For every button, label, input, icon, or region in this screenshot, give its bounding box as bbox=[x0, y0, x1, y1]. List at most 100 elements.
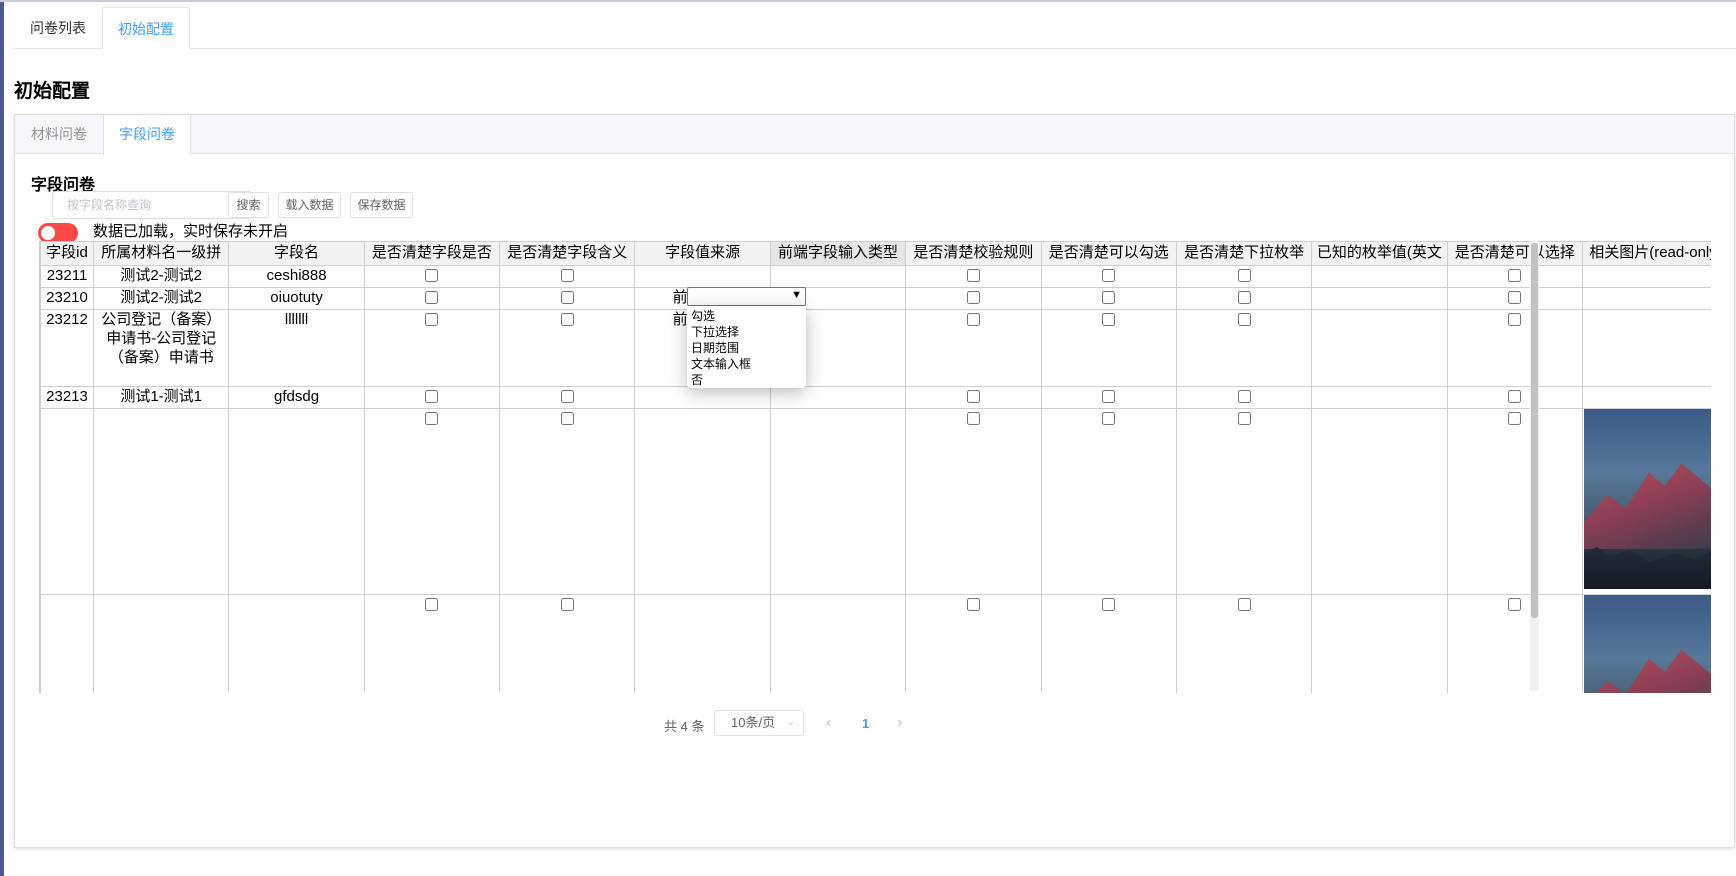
checkbox[interactable] bbox=[1508, 313, 1522, 326]
cell-input-type[interactable] bbox=[769, 408, 907, 595]
checkbox[interactable] bbox=[425, 313, 439, 326]
checkbox[interactable] bbox=[966, 412, 980, 425]
checkbox[interactable] bbox=[560, 291, 574, 304]
checkbox[interactable] bbox=[1508, 598, 1522, 611]
input-type-dropdown: 勾选 下拉选择 日期范围 文本输入框 否 bbox=[687, 306, 806, 388]
checkbox[interactable] bbox=[1508, 390, 1522, 403]
option-text-input[interactable]: 文本输入框 bbox=[687, 356, 806, 372]
checkbox[interactable] bbox=[1237, 269, 1251, 282]
tab-material-questionnaire[interactable]: 材料问卷 bbox=[15, 115, 103, 154]
col-header-clear-validation[interactable]: 是否清楚校验规则 bbox=[905, 241, 1042, 266]
cell-input-type[interactable] bbox=[769, 265, 907, 288]
checkbox[interactable] bbox=[1102, 313, 1116, 326]
scrollbar-thumb[interactable] bbox=[1531, 243, 1538, 618]
next-page-icon[interactable]: › bbox=[897, 714, 902, 732]
col-header-value-source[interactable]: 字段值来源 bbox=[634, 241, 771, 266]
checkbox[interactable] bbox=[1102, 598, 1116, 611]
cell-check bbox=[499, 386, 636, 409]
col-header-related-image[interactable]: 相关图片(read-only bbox=[1581, 241, 1711, 266]
cell-known-enum[interactable] bbox=[1311, 408, 1448, 595]
tab-initial-config[interactable]: 初始配置 bbox=[102, 7, 190, 50]
realtime-save-toggle[interactable] bbox=[38, 223, 78, 243]
search-input[interactable] bbox=[52, 191, 252, 219]
cell-id: 23213 bbox=[40, 386, 95, 409]
tab-field-questionnaire[interactable]: 字段问卷 bbox=[103, 115, 191, 155]
cell-check bbox=[1446, 287, 1583, 310]
table-row: 23211 测试2-测试2 ceshi888 bbox=[40, 265, 1711, 288]
field-table: 字段id 所属材料名一级拼 字段名 是否清楚字段是否 是否清楚字段含义 字段值来… bbox=[40, 241, 1711, 693]
checkbox[interactable] bbox=[560, 269, 574, 282]
prev-page-icon[interactable]: ‹ bbox=[826, 714, 831, 732]
checkbox[interactable] bbox=[560, 390, 574, 403]
col-header-known-enum[interactable]: 已知的枚举值(英文 bbox=[1311, 241, 1448, 266]
page-size-select[interactable]: 10条/页 ⌄ bbox=[714, 710, 804, 736]
col-header-clear-whether[interactable]: 是否清楚字段是否 bbox=[363, 241, 501, 266]
cell-input-type[interactable] bbox=[769, 386, 907, 409]
checkbox[interactable] bbox=[966, 390, 980, 403]
input-type-select[interactable]: ▼ bbox=[687, 287, 806, 306]
checkbox[interactable] bbox=[1237, 291, 1251, 304]
col-header-clear-selectable[interactable]: 是否清楚可以选择 bbox=[1446, 241, 1583, 266]
cell-check bbox=[499, 265, 636, 288]
table-row bbox=[40, 594, 1711, 693]
checkbox[interactable] bbox=[425, 598, 439, 611]
checkbox[interactable] bbox=[1237, 390, 1251, 403]
option-dropdown-select[interactable]: 下拉选择 bbox=[687, 324, 806, 340]
checkbox[interactable] bbox=[1102, 390, 1116, 403]
table-row bbox=[40, 408, 1711, 595]
cell-check bbox=[905, 265, 1042, 288]
page-number-1[interactable]: 1 bbox=[862, 716, 869, 731]
checkbox[interactable] bbox=[966, 313, 980, 326]
checkbox[interactable] bbox=[966, 269, 980, 282]
cell-known-enum[interactable] bbox=[1311, 265, 1448, 288]
checkbox[interactable] bbox=[425, 412, 439, 425]
table-scrollbar[interactable] bbox=[1530, 241, 1539, 691]
checkbox[interactable] bbox=[966, 598, 980, 611]
checkbox[interactable] bbox=[1508, 412, 1522, 425]
col-header-clear-checkable[interactable]: 是否清楚可以勾选 bbox=[1040, 241, 1177, 266]
checkbox[interactable] bbox=[1508, 269, 1522, 282]
checkbox[interactable] bbox=[1508, 291, 1522, 304]
checkbox[interactable] bbox=[1102, 291, 1116, 304]
checkbox[interactable] bbox=[1102, 412, 1116, 425]
option-checkbox[interactable]: 勾选 bbox=[687, 308, 806, 324]
field-table-container: 字段id 所属材料名一级拼 字段名 是否清楚字段是否 是否清楚字段含义 字段值来… bbox=[39, 241, 1711, 693]
cell-field bbox=[228, 594, 365, 693]
cell-image bbox=[1581, 386, 1711, 409]
cell-known-enum[interactable] bbox=[1311, 386, 1448, 409]
cell-known-enum[interactable] bbox=[1311, 287, 1448, 310]
option-date-range[interactable]: 日期范围 bbox=[687, 340, 806, 356]
cell-check bbox=[1175, 309, 1313, 387]
checkbox[interactable] bbox=[1237, 313, 1251, 326]
cell-known-enum[interactable] bbox=[1311, 309, 1448, 387]
cell-known-enum[interactable] bbox=[1311, 594, 1448, 693]
cell-check bbox=[499, 594, 636, 693]
search-button[interactable]: 搜索 bbox=[228, 192, 269, 218]
cell-check bbox=[499, 408, 636, 595]
checkbox[interactable] bbox=[425, 269, 439, 282]
col-header-material[interactable]: 所属材料名一级拼 bbox=[93, 241, 230, 266]
cell-check bbox=[1175, 386, 1313, 409]
option-no[interactable]: 否 bbox=[687, 372, 806, 388]
cell-check bbox=[1175, 408, 1313, 595]
checkbox[interactable] bbox=[425, 390, 439, 403]
col-header-clear-enum[interactable]: 是否清楚下拉枚举 bbox=[1175, 241, 1313, 266]
checkbox[interactable] bbox=[425, 291, 439, 304]
checkbox[interactable] bbox=[560, 412, 574, 425]
checkbox[interactable] bbox=[560, 598, 574, 611]
col-header-input-type[interactable]: 前端字段输入类型 bbox=[769, 241, 907, 266]
col-header-clear-meaning[interactable]: 是否清楚字段含义 bbox=[499, 241, 636, 266]
tab-questionnaire-list[interactable]: 问卷列表 bbox=[14, 7, 102, 49]
checkbox[interactable] bbox=[1237, 598, 1251, 611]
load-data-button[interactable]: 载入数据 bbox=[278, 192, 341, 218]
checkbox[interactable] bbox=[1237, 412, 1251, 425]
checkbox[interactable] bbox=[966, 291, 980, 304]
cell-check bbox=[363, 594, 501, 693]
cell-material: 测试2-测试2 bbox=[93, 265, 230, 288]
cell-input-type[interactable] bbox=[769, 594, 907, 693]
checkbox[interactable] bbox=[1102, 269, 1116, 282]
col-header-field-id[interactable]: 字段id bbox=[40, 241, 95, 266]
col-header-field-name[interactable]: 字段名 bbox=[228, 241, 365, 266]
checkbox[interactable] bbox=[560, 313, 574, 326]
save-data-button[interactable]: 保存数据 bbox=[350, 192, 413, 218]
